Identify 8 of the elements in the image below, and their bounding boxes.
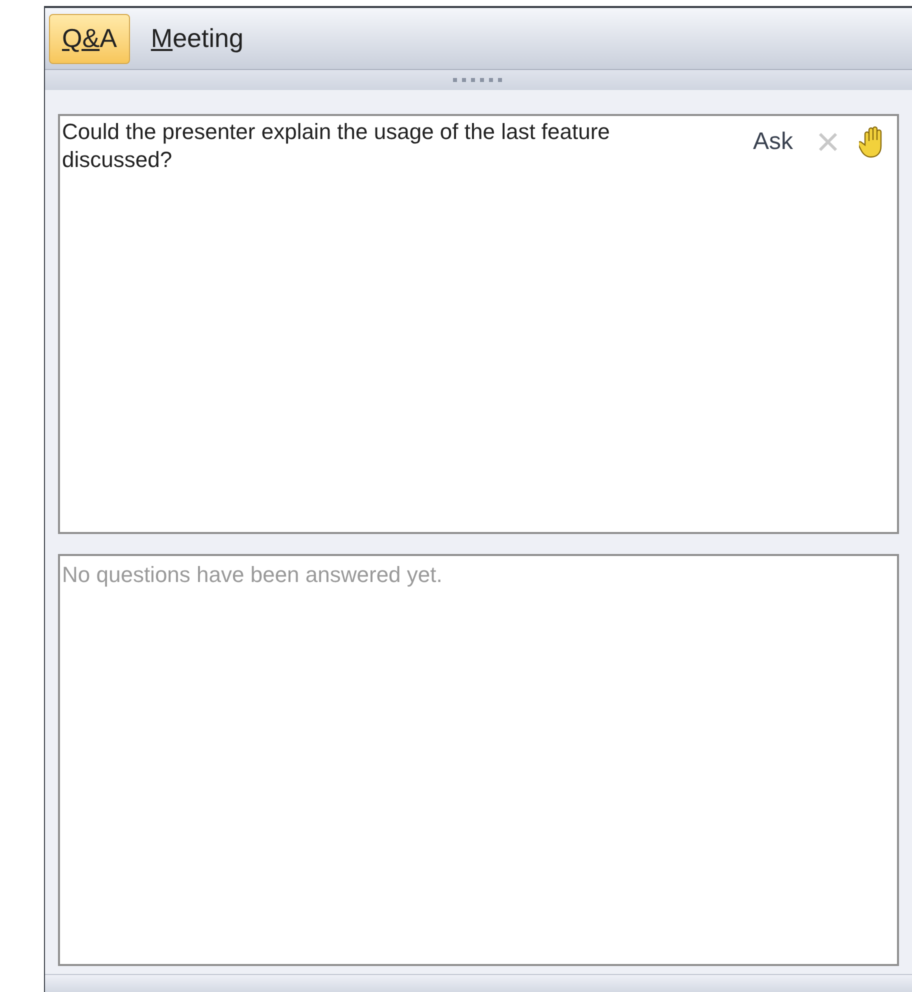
grip-icon[interactable] xyxy=(452,78,504,82)
question-field[interactable]: Could the presenter explain the usage of the last feature discussed? xyxy=(62,118,662,178)
close-icon[interactable] xyxy=(817,131,839,153)
tab[interactable]: Meeting xyxy=(138,14,256,64)
ask-button[interactable]: Ask xyxy=(748,124,797,160)
empty-message: No questions have been answered yet. xyxy=(62,561,444,589)
tab[interactable]: Q&A xyxy=(49,14,130,64)
question-box[interactable]: Could the presenter explain the usage of the last feature discussed? Ask xyxy=(58,114,899,534)
